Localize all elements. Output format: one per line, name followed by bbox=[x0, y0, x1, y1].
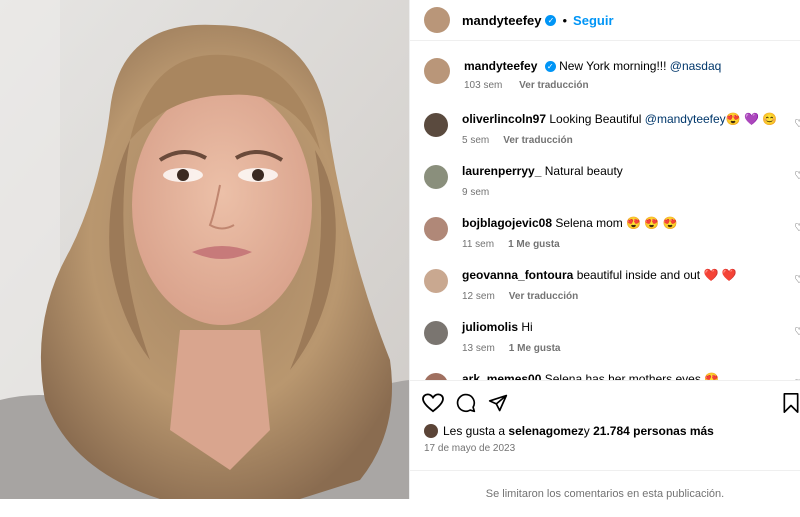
comment-item: ark_memes00 Selena has her mothers eyes … bbox=[410, 371, 800, 380]
caption-translate[interactable]: Ver traducción bbox=[519, 80, 588, 91]
comment-username[interactable]: geovanna_fontoura bbox=[462, 268, 573, 282]
bookmark-icon[interactable] bbox=[782, 393, 800, 418]
comment-time[interactable]: 13 sem bbox=[462, 343, 495, 354]
likes-summary: Les gusta a selenagomez y 21.784 persona… bbox=[424, 424, 714, 438]
comment-avatar[interactable] bbox=[424, 373, 448, 380]
comments-list[interactable]: mandyteefey ✓ New York morning!!! @nasda… bbox=[410, 41, 800, 380]
post-date[interactable]: 17 de mayo de 2023 bbox=[424, 443, 515, 454]
post-photo[interactable] bbox=[0, 0, 409, 499]
comment-text: Looking Beautiful bbox=[549, 112, 645, 126]
comment-item: juliomolis Hi 13 sem 1 Me gusta ♡ bbox=[410, 319, 800, 354]
comments-limited-notice: Se limitaron los comentarios en esta pub… bbox=[410, 470, 800, 500]
likes-count[interactable]: 21.784 personas más bbox=[593, 424, 714, 438]
verified-icon: ✓ bbox=[545, 14, 557, 26]
comment-emoji: 😍 💜 😊 bbox=[725, 112, 778, 126]
comment-mention[interactable]: @mandyteefey bbox=[645, 112, 726, 126]
caption-avatar[interactable] bbox=[424, 58, 450, 84]
comment-time[interactable]: 11 sem bbox=[462, 239, 494, 250]
likes-middle: y bbox=[583, 424, 590, 438]
comment-time[interactable]: 9 sem bbox=[462, 187, 489, 198]
author-username[interactable]: mandyteefey bbox=[462, 13, 541, 28]
comment-emoji: 😍 😍 😍 bbox=[626, 216, 678, 230]
comment-emoji: ❤️ ❤️ bbox=[703, 268, 737, 282]
comment-username[interactable]: bojblagojevic08 bbox=[462, 216, 552, 230]
small-heart-icon[interactable]: ♡ bbox=[794, 117, 800, 130]
comment-avatar[interactable] bbox=[424, 113, 448, 137]
comment-action[interactable]: Ver traducción bbox=[509, 291, 578, 302]
action-bar bbox=[410, 380, 800, 427]
comment-username[interactable]: oliverlincoln97 bbox=[462, 112, 546, 126]
liker-avatar[interactable] bbox=[424, 424, 438, 438]
comment-item: oliverlincoln97 Looking Beautiful @mandy… bbox=[410, 111, 800, 146]
comment-emoji: 😍 bbox=[704, 372, 720, 380]
comment-icon[interactable] bbox=[456, 393, 476, 418]
comment-text: Natural beauty bbox=[544, 164, 623, 178]
verified-icon: ✓ bbox=[544, 61, 556, 73]
caption-item: mandyteefey ✓ New York morning!!! @nasda… bbox=[410, 58, 800, 91]
caption-mention[interactable]: @nasdaq bbox=[670, 59, 722, 73]
caption-time[interactable]: 103 sem bbox=[464, 80, 502, 91]
likes-prefix: Les gusta a bbox=[443, 424, 506, 438]
post-sidebar: mandyteefey ✓ • Seguir mandyteefey ✓ New… bbox=[409, 0, 800, 500]
share-icon[interactable] bbox=[488, 393, 508, 418]
comment-action[interactable]: 1 Me gusta bbox=[509, 343, 561, 354]
comment-time[interactable]: 5 sem bbox=[462, 135, 489, 146]
small-heart-icon[interactable]: ♡ bbox=[794, 169, 800, 182]
comment-username[interactable]: juliomolis bbox=[462, 320, 518, 334]
comment-action[interactable]: 1 Me gusta bbox=[508, 239, 560, 250]
comment-avatar[interactable] bbox=[424, 217, 448, 241]
comment-avatar[interactable] bbox=[424, 165, 448, 189]
post-viewer: mandyteefey ✓ • Seguir mandyteefey ✓ New… bbox=[0, 0, 800, 500]
comment-text: beautiful inside and out bbox=[576, 268, 704, 282]
comment-item: bojblagojevic08 Selena mom 😍 😍 😍 11 sem 1… bbox=[410, 215, 800, 250]
separator-dot: • bbox=[562, 12, 568, 28]
caption-text: New York morning!!! bbox=[559, 59, 670, 73]
author-avatar[interactable] bbox=[424, 7, 450, 33]
follow-button[interactable]: Seguir bbox=[573, 13, 613, 28]
small-heart-icon[interactable]: ♡ bbox=[794, 325, 800, 338]
small-heart-icon[interactable]: ♡ bbox=[794, 273, 800, 286]
post-header: mandyteefey ✓ • Seguir bbox=[410, 0, 800, 41]
liker-username[interactable]: selenagomez bbox=[508, 424, 583, 438]
heart-icon[interactable] bbox=[422, 393, 444, 418]
comment-item: geovanna_fontoura beautiful inside and o… bbox=[410, 267, 800, 302]
comment-text: Selena mom bbox=[555, 216, 627, 230]
comment-item: laurenperryy_ Natural beauty 9 sem ♡ bbox=[410, 163, 800, 198]
comment-avatar[interactable] bbox=[424, 321, 448, 345]
comment-username[interactable]: laurenperryy_ bbox=[462, 164, 541, 178]
comment-text: Selena has her mothers eyes bbox=[544, 372, 705, 380]
comment-username[interactable]: ark_memes00 bbox=[462, 372, 541, 380]
caption-username[interactable]: mandyteefey bbox=[464, 59, 537, 73]
comment-text: Hi bbox=[521, 320, 533, 334]
small-heart-icon[interactable]: ♡ bbox=[794, 221, 800, 234]
comment-avatar[interactable] bbox=[424, 269, 448, 293]
comment-action[interactable]: Ver traducción bbox=[503, 135, 572, 146]
portrait-image bbox=[0, 0, 409, 499]
comment-time[interactable]: 12 sem bbox=[462, 291, 495, 302]
